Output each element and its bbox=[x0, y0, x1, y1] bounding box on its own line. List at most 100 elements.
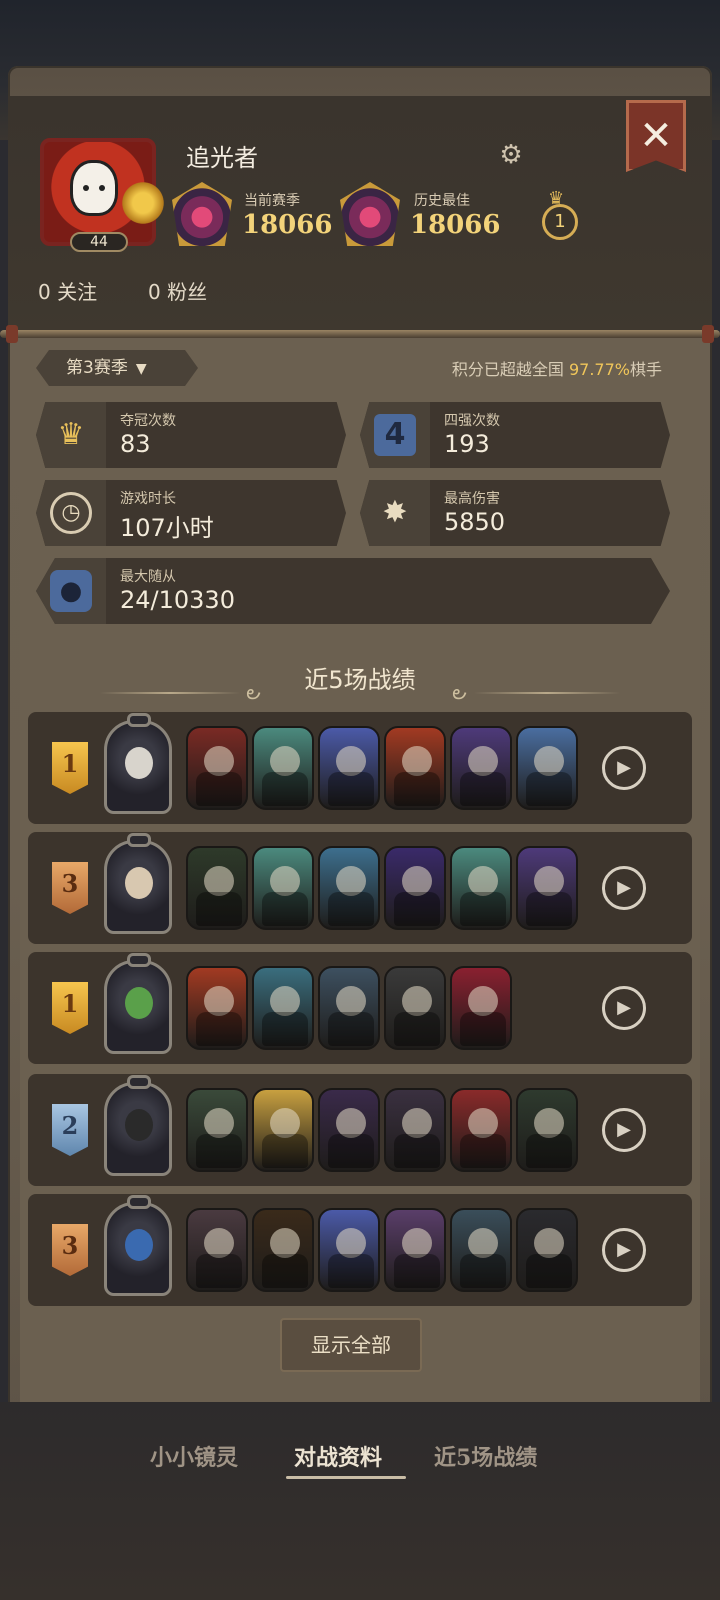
unit-body bbox=[394, 1012, 440, 1046]
unit-card[interactable] bbox=[252, 966, 314, 1050]
following-count[interactable]: 0 关注 bbox=[38, 276, 97, 305]
placement-badge: 2 bbox=[52, 1104, 88, 1156]
tab-mirror-spirit[interactable]: 小小镜灵 bbox=[150, 1440, 238, 1472]
swirl-right-icon: ౿ bbox=[452, 680, 467, 704]
unit-body bbox=[460, 1012, 506, 1046]
unit-card[interactable] bbox=[450, 846, 512, 930]
hero-frame-top bbox=[127, 953, 151, 967]
unit-card[interactable] bbox=[318, 966, 380, 1050]
match-row[interactable]: 2 ▶ bbox=[28, 1074, 692, 1186]
hero-frame-top bbox=[127, 713, 151, 727]
tab-recent-matches[interactable]: 近5场战绩 bbox=[434, 1440, 537, 1472]
section-divider-right bbox=[474, 692, 620, 694]
rank-medal[interactable]: ♛ 1 bbox=[540, 188, 580, 242]
divider-rod bbox=[0, 325, 720, 343]
minion-icon: ● bbox=[50, 570, 92, 612]
hero-frame-top bbox=[127, 1195, 151, 1209]
unit-body bbox=[196, 1134, 242, 1168]
unit-body bbox=[526, 1134, 572, 1168]
replay-play-icon[interactable]: ▶ bbox=[602, 986, 646, 1030]
unit-body bbox=[328, 1012, 374, 1046]
unit-card[interactable] bbox=[450, 966, 512, 1050]
placement-badge: 1 bbox=[52, 982, 88, 1034]
replay-play-icon[interactable]: ▶ bbox=[602, 1228, 646, 1272]
tab-battle-data[interactable]: 对战资料 bbox=[294, 1440, 382, 1472]
level-badge: 44 bbox=[70, 232, 128, 252]
unit-body bbox=[262, 1134, 308, 1168]
unit-body bbox=[262, 772, 308, 806]
unit-card[interactable] bbox=[450, 1088, 512, 1172]
match-row[interactable]: 3 ▶ bbox=[28, 832, 692, 944]
replay-play-icon[interactable]: ▶ bbox=[602, 866, 646, 910]
unit-card[interactable] bbox=[384, 1208, 446, 1292]
unit-card[interactable] bbox=[318, 726, 380, 810]
stat-label: 夺冠次数 bbox=[120, 413, 176, 429]
placement-badge: 3 bbox=[52, 862, 88, 914]
hero-portrait[interactable] bbox=[104, 1195, 172, 1296]
stat-card-max-minions: ● 最大随从 24/10330 bbox=[36, 558, 670, 624]
stat-label: 游戏时长 bbox=[120, 491, 176, 507]
active-tab-indicator bbox=[286, 1476, 406, 1479]
hero-portrait[interactable] bbox=[104, 1075, 172, 1176]
unit-card[interactable] bbox=[318, 1208, 380, 1292]
avatar-face bbox=[70, 160, 118, 216]
unit-body bbox=[460, 892, 506, 926]
hero-face bbox=[125, 1229, 153, 1261]
unit-card[interactable] bbox=[318, 1088, 380, 1172]
hero-portrait[interactable] bbox=[104, 953, 172, 1054]
hero-portrait[interactable] bbox=[104, 713, 172, 814]
unit-card[interactable] bbox=[450, 726, 512, 810]
unit-card[interactable] bbox=[516, 726, 578, 810]
history-best-score: 18066 bbox=[410, 210, 501, 240]
hero-portrait[interactable] bbox=[104, 833, 172, 934]
stat-label: 最高伤害 bbox=[444, 491, 500, 507]
placement-badge: 1 bbox=[52, 742, 88, 794]
unit-card[interactable] bbox=[186, 726, 248, 810]
unit-card[interactable] bbox=[252, 1088, 314, 1172]
rank-percent: 97.77% bbox=[568, 360, 630, 379]
unit-card[interactable] bbox=[516, 846, 578, 930]
unit-card[interactable] bbox=[186, 846, 248, 930]
four-badge-icon: 4 bbox=[374, 414, 416, 456]
player-name: 追光者 bbox=[186, 144, 258, 172]
unit-body bbox=[526, 772, 572, 806]
burst-icon: ✸ bbox=[382, 495, 408, 530]
avatar-emblem-icon bbox=[120, 178, 166, 228]
unit-body bbox=[460, 1134, 506, 1168]
unit-card[interactable] bbox=[384, 846, 446, 930]
unit-card[interactable] bbox=[252, 1208, 314, 1292]
hero-face bbox=[125, 867, 153, 899]
unit-card[interactable] bbox=[252, 846, 314, 930]
unit-card[interactable] bbox=[318, 846, 380, 930]
unit-card[interactable] bbox=[186, 1208, 248, 1292]
unit-body bbox=[394, 892, 440, 926]
unit-card[interactable] bbox=[384, 726, 446, 810]
unit-body bbox=[262, 892, 308, 926]
match-row[interactable]: 1 ▶ bbox=[28, 712, 692, 824]
chevron-down-icon: ▼ bbox=[135, 361, 147, 377]
rank-text-suffix: 棋手 bbox=[629, 360, 662, 379]
unit-card[interactable] bbox=[384, 966, 446, 1050]
show-all-button[interactable]: 显示全部 bbox=[280, 1318, 422, 1372]
unit-body bbox=[196, 892, 242, 926]
unit-body bbox=[262, 1254, 308, 1288]
unit-card[interactable] bbox=[186, 966, 248, 1050]
followers-count[interactable]: 0 粉丝 bbox=[148, 276, 207, 305]
rank-text-prefix: 积分已超越全国 bbox=[451, 360, 569, 379]
stat-card-playtime: ◷ 游戏时长 107小时 bbox=[36, 480, 346, 546]
unit-card[interactable] bbox=[252, 726, 314, 810]
replay-play-icon[interactable]: ▶ bbox=[602, 1108, 646, 1152]
unit-card[interactable] bbox=[384, 1088, 446, 1172]
unit-card[interactable] bbox=[450, 1208, 512, 1292]
unit-card[interactable] bbox=[186, 1088, 248, 1172]
placement-badge: 3 bbox=[52, 1224, 88, 1276]
match-row[interactable]: 3 ▶ bbox=[28, 1194, 692, 1306]
unit-card[interactable] bbox=[516, 1088, 578, 1172]
replay-play-icon[interactable]: ▶ bbox=[602, 746, 646, 790]
unit-body bbox=[460, 772, 506, 806]
match-row[interactable]: 1 ▶ bbox=[28, 952, 692, 1064]
player-avatar[interactable]: 44 bbox=[40, 138, 166, 252]
unit-card[interactable] bbox=[516, 1208, 578, 1292]
gear-icon[interactable]: ⚙ bbox=[496, 140, 526, 170]
season-dropdown[interactable]: 第3赛季 ▼ bbox=[36, 350, 198, 386]
